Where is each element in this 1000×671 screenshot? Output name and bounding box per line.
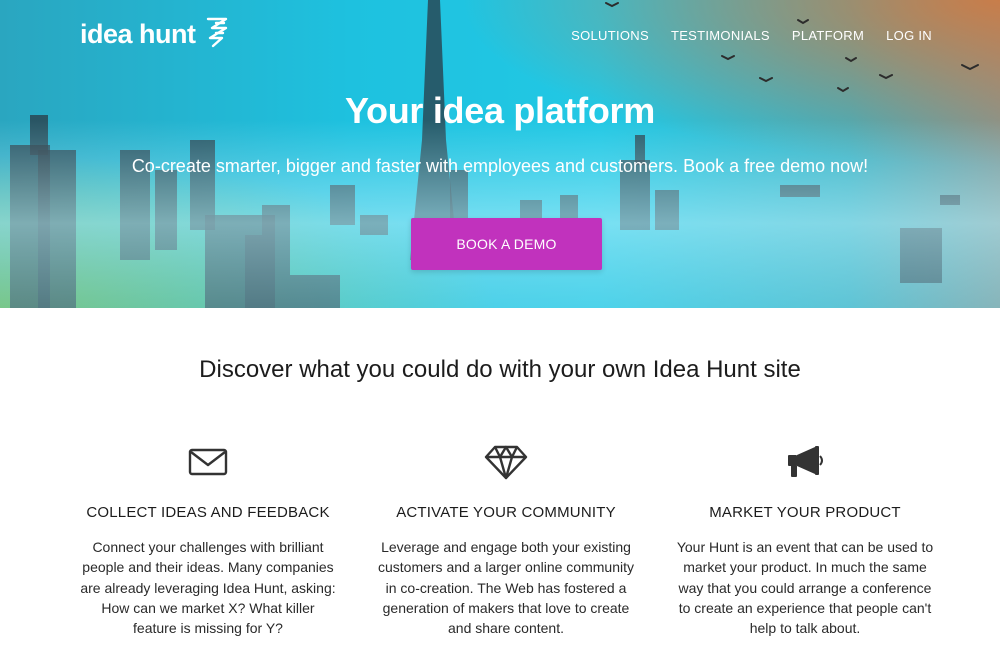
megaphone-icon bbox=[660, 440, 950, 484]
brand-logo[interactable]: idea hunt bbox=[80, 16, 230, 53]
hero-title: Your idea platform bbox=[345, 90, 655, 131]
nav-item-platform[interactable]: PLATFORM bbox=[792, 28, 864, 43]
nav-item-solutions[interactable]: SOLUTIONS bbox=[571, 28, 649, 43]
feature-title: ACTIVATE YOUR COMMUNITY bbox=[396, 504, 616, 521]
book-demo-button[interactable]: BOOK A DEMO bbox=[411, 218, 602, 270]
top-nav: SOLUTIONS TESTIMONIALS PLATFORM LOG IN bbox=[571, 28, 932, 43]
feature-body: Connect your challenges with brilliant p… bbox=[80, 539, 336, 637]
nav-item-testimonials[interactable]: TESTIMONIALS bbox=[671, 28, 770, 43]
nav-item-log-in[interactable]: LOG IN bbox=[886, 28, 932, 43]
feature-title: MARKET YOUR PRODUCT bbox=[709, 504, 901, 521]
brand-name: idea hunt bbox=[80, 18, 196, 49]
diamond-icon bbox=[361, 440, 651, 484]
feature-activate-community: ACTIVATE YOUR COMMUNITY Leverage and eng… bbox=[361, 440, 651, 638]
feature-collect-ideas: COLLECT IDEAS AND FEEDBACK Connect your … bbox=[63, 440, 353, 638]
section-title: Discover what you could do with your own… bbox=[199, 356, 801, 383]
hero-banner: idea hunt SOLUTIONS TESTIMONIALS PLATFOR… bbox=[0, 0, 1000, 308]
lightning-bolt-logo-icon bbox=[204, 16, 230, 53]
feature-market-product: MARKET YOUR PRODUCT Your Hunt is an even… bbox=[660, 440, 950, 638]
feature-title: COLLECT IDEAS AND FEEDBACK bbox=[86, 504, 330, 521]
feature-body: Your Hunt is an event that can be used t… bbox=[676, 539, 934, 637]
feature-body: Leverage and engage both your existing c… bbox=[377, 539, 634, 637]
envelope-icon bbox=[63, 440, 353, 484]
hero-subtitle: Co-create smarter, bigger and faster wit… bbox=[131, 156, 869, 176]
